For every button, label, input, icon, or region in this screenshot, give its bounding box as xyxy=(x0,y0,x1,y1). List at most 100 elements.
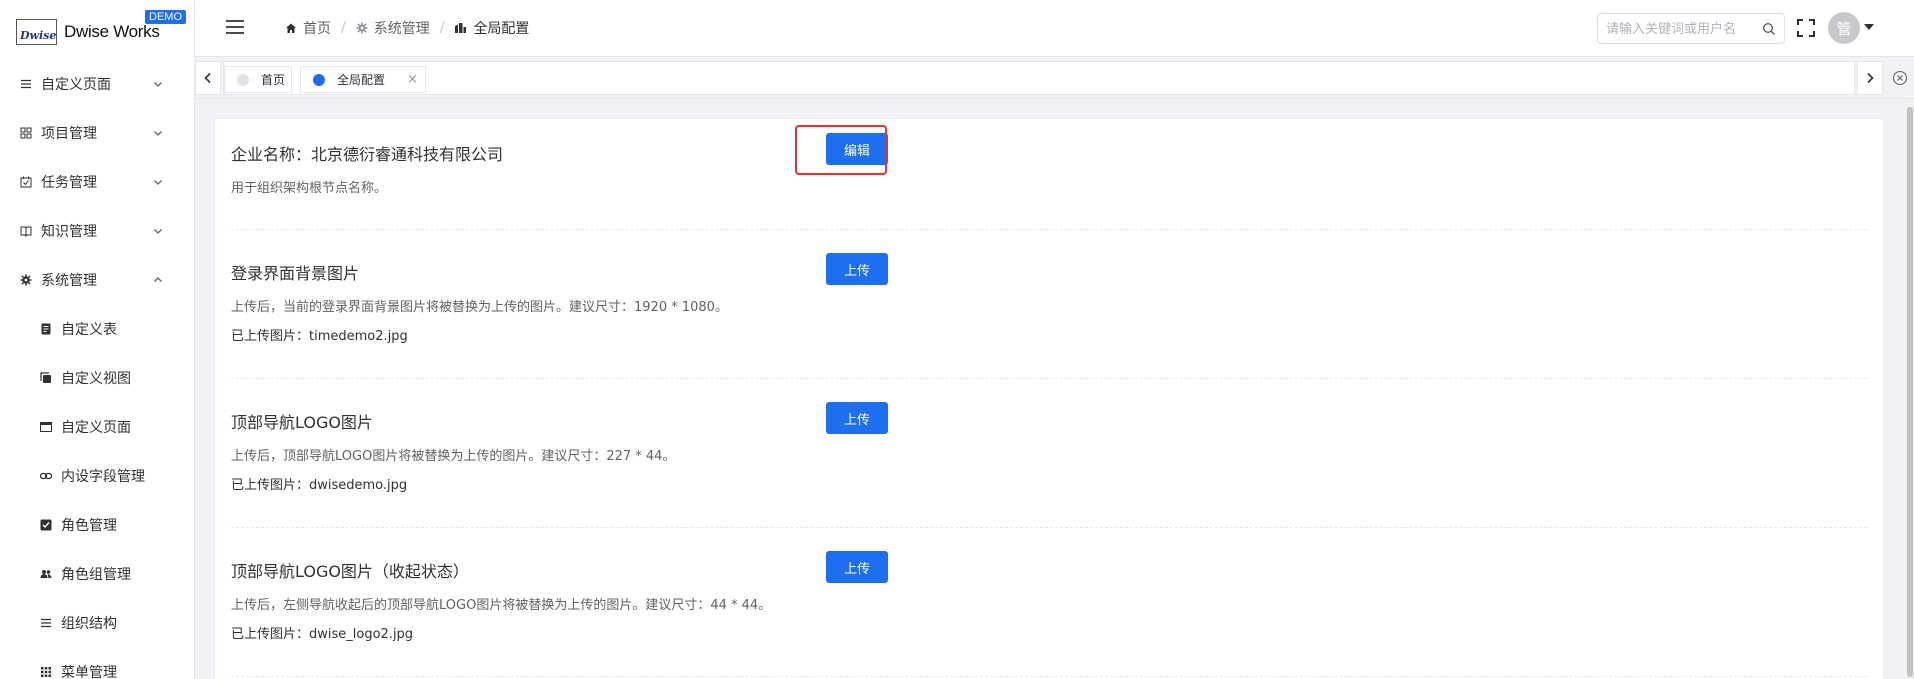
tab-global-config[interactable]: 全局配置 × xyxy=(300,66,426,93)
upload-button[interactable]: 上传 xyxy=(826,402,888,434)
setting-description: 用于组织架构根节点名称。 xyxy=(231,181,388,196)
chevron-down-icon xyxy=(154,180,162,185)
setting-title: 企业名称：北京德衍睿通科技有限公司 xyxy=(231,145,504,164)
dots-grid-icon xyxy=(40,666,52,678)
demo-badge: DEMO xyxy=(145,10,186,24)
fullscreen-icon[interactable] xyxy=(1797,19,1815,37)
tabs-scroll-right[interactable] xyxy=(1857,61,1883,95)
setting-description: 上传后，顶部导航LOGO图片将被替换为上传的图片。建议尺寸：227 * 44。 xyxy=(231,449,676,464)
sidebar-subitem-custom-table[interactable]: 自定义表 xyxy=(0,309,194,349)
sidebar-subitem-label: 内设字段管理 xyxy=(61,469,145,485)
window-icon xyxy=(40,421,52,433)
tab-home[interactable]: 首页 xyxy=(224,66,292,93)
sidebar-item-knowledge[interactable]: 知识管理 xyxy=(0,211,194,251)
app-root: Dwise Dwise Works DEMO 自定义页面 项目管理 任务管理 知… xyxy=(0,0,1914,679)
search-icon[interactable] xyxy=(1762,22,1776,36)
sidebar-item-label: 任务管理 xyxy=(41,175,97,191)
brand-name: Dwise Works xyxy=(64,22,160,41)
list-icon xyxy=(40,617,52,629)
setting-description: 上传后，左侧导航收起后的顶部导航LOGO图片将被替换为上传的图片。建议尺寸：44… xyxy=(231,598,772,613)
sidebar-item-label: 系统管理 xyxy=(41,273,97,289)
sidebar-subitem-roles[interactable]: 角色管理 xyxy=(0,505,194,545)
sidebar: Dwise Dwise Works DEMO 自定义页面 项目管理 任务管理 知… xyxy=(0,0,195,679)
sidebar-subitem-org-structure[interactable]: 组织结构 xyxy=(0,603,194,643)
row-divider xyxy=(231,527,1867,528)
gear-icon xyxy=(356,22,368,34)
upload-button[interactable]: 上传 xyxy=(826,551,888,583)
sidebar-subitem-label: 菜单管理 xyxy=(61,665,117,679)
uploaded-file: 已上传图片：dwise_logo2.jpg xyxy=(231,627,414,642)
setting-top-logo-collapsed: 顶部导航LOGO图片（收起状态） 上传 上传后，左侧导航收起后的顶部导航LOGO… xyxy=(231,551,1867,648)
uploaded-file: 已上传图片：timedemo2.jpg xyxy=(231,329,408,344)
sidebar-item-project[interactable]: 项目管理 xyxy=(0,113,194,153)
breadcrumb-separator: / xyxy=(341,20,346,36)
sidebar-subitem-label: 自定义视图 xyxy=(61,371,131,387)
upload-button[interactable]: 上传 xyxy=(826,253,888,285)
breadcrumb-system[interactable]: 系统管理 xyxy=(356,18,430,38)
top-header: 首页 / 系统管理 / 全局配置 管 xyxy=(195,0,1914,57)
tab-label: 全局配置 xyxy=(337,73,386,87)
breadcrumb-home[interactable]: 首页 xyxy=(285,18,331,38)
chevron-down-icon xyxy=(154,131,162,136)
setting-company-name: 企业名称：北京德衍睿通科技有限公司 编辑 用于组织架构根节点名称。 xyxy=(231,133,1867,201)
document-icon xyxy=(40,323,52,335)
sidebar-subitem-label: 组织结构 xyxy=(61,616,117,632)
link-icon xyxy=(40,470,52,482)
sidebar-item-system[interactable]: 系统管理 xyxy=(0,260,194,300)
sidebar-item-label: 自定义页面 xyxy=(41,77,111,93)
logo-mark: Dwise xyxy=(16,19,57,45)
breadcrumb-separator: / xyxy=(439,20,445,36)
breadcrumb-label: 系统管理 xyxy=(373,21,430,37)
close-icon[interactable]: × xyxy=(407,72,418,87)
gear-icon xyxy=(20,274,32,286)
sidebar-subitem-role-groups[interactable]: 角色组管理 xyxy=(0,554,194,594)
setting-login-background: 登录界面背景图片 上传 上传后，当前的登录界面背景图片将被替换为上传的图片。建议… xyxy=(231,253,1867,350)
setting-title: 登录界面背景图片 xyxy=(231,264,360,283)
setting-title: 顶部导航LOGO图片（收起状态） xyxy=(231,562,469,581)
tabs-track: 首页 全局配置 × xyxy=(223,61,1855,95)
close-all-tabs-icon[interactable] xyxy=(1892,70,1908,86)
global-config-card: 企业名称：北京德衍睿通科技有限公司 编辑 用于组织架构根节点名称。 登录界面背景… xyxy=(214,118,1884,679)
group-icon xyxy=(40,568,52,580)
chevron-down-icon xyxy=(154,229,162,234)
checkbox-icon xyxy=(40,519,52,531)
row-divider xyxy=(231,676,1867,677)
sidebar-subitem-custom-view[interactable]: 自定义视图 xyxy=(0,358,194,398)
breadcrumb: 首页 / 系统管理 / 全局配置 xyxy=(285,18,529,38)
sidebar-subitem-label: 角色组管理 xyxy=(61,567,131,583)
scrollbar-thumb[interactable] xyxy=(1907,107,1913,677)
breadcrumb-label: 首页 xyxy=(303,21,331,37)
sidebar-item-custom-page[interactable]: 自定义页面 xyxy=(0,64,194,104)
search-input[interactable] xyxy=(1606,20,1756,38)
row-divider xyxy=(231,229,1867,230)
chevron-right-icon xyxy=(1867,72,1874,84)
sidebar-subitem-menu[interactable]: 菜单管理 xyxy=(0,652,194,679)
breadcrumb-label: 全局配置 xyxy=(473,21,530,37)
setting-top-logo: 顶部导航LOGO图片 上传 上传后，顶部导航LOGO图片将被替换为上传的图片。建… xyxy=(231,402,1867,499)
tab-status-dot xyxy=(237,73,249,86)
chevron-down-icon xyxy=(154,82,162,87)
caret-down-icon[interactable] xyxy=(1864,24,1874,31)
list-icon xyxy=(20,78,32,90)
tab-label: 首页 xyxy=(261,73,286,87)
sidebar-item-label: 知识管理 xyxy=(41,224,97,240)
vertical-scrollbar[interactable] xyxy=(1906,99,1914,679)
logo[interactable]: Dwise Dwise Works DEMO xyxy=(0,0,194,60)
tabs-scroll-left[interactable] xyxy=(195,61,221,95)
hamburger-icon[interactable] xyxy=(226,20,244,34)
home-icon xyxy=(286,23,296,33)
avatar[interactable]: 管 xyxy=(1828,12,1860,44)
setting-description: 上传后，当前的登录界面背景图片将被替换为上传的图片。建议尺寸：1920 * 10… xyxy=(231,300,728,315)
sidebar-subitem-custom-page[interactable]: 自定义页面 xyxy=(0,407,194,447)
setting-title: 顶部导航LOGO图片 xyxy=(231,413,373,432)
sidebar-item-label: 项目管理 xyxy=(41,126,97,142)
sidebar-subitem-builtin-fields[interactable]: 内设字段管理 xyxy=(0,456,194,496)
sidebar-item-task[interactable]: 任务管理 xyxy=(0,162,194,202)
book-icon xyxy=(20,225,32,237)
copy-icon xyxy=(40,372,52,384)
search-box[interactable] xyxy=(1597,13,1785,44)
sidebar-subitem-label: 自定义页面 xyxy=(61,420,131,436)
tabs-bar: 首页 全局配置 × xyxy=(195,57,1914,99)
row-divider xyxy=(231,378,1867,379)
grid-icon xyxy=(20,127,32,139)
